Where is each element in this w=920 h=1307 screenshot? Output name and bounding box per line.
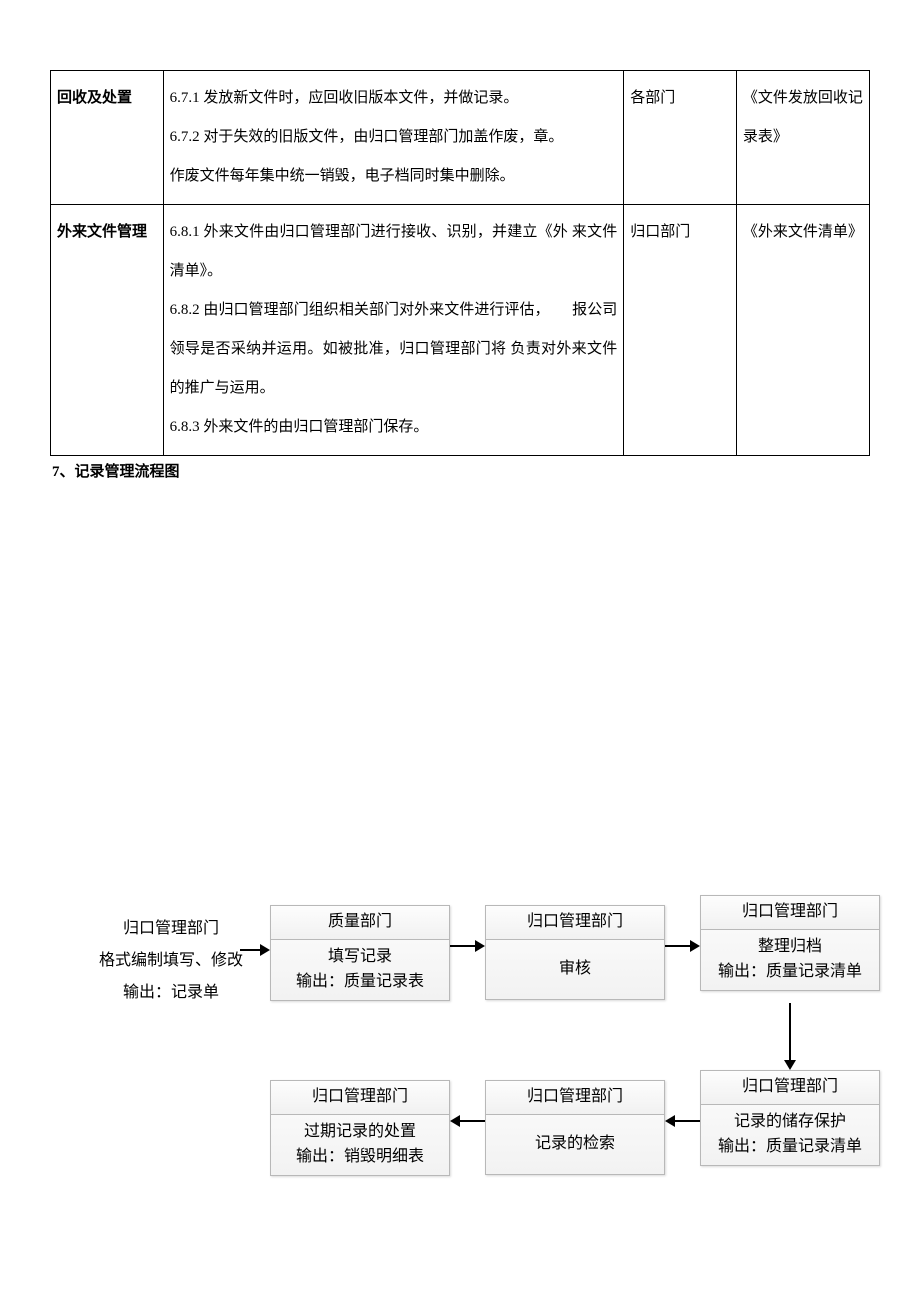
arrow-head-icon <box>784 1060 796 1070</box>
process-table: 回收及处置 6.7.1 发放新文件时，应回收旧版本文件，并做记录。6.7.2 对… <box>50 70 870 456</box>
cell-label: 回收及处置 <box>51 71 164 205</box>
arrow-head-icon <box>260 944 270 956</box>
table-row: 外来文件管理 6.8.1 外来文件由归口管理部门进行接收、识别，并建立《外 来文… <box>51 205 870 456</box>
arrow-line <box>240 949 260 951</box>
arrow-line <box>450 945 475 947</box>
cell-desc: 6.8.1 外来文件由归口管理部门进行接收、识别，并建立《外 来文件清单》。6.… <box>163 205 624 456</box>
node-body: 记录的储存保护输出：质量记录清单 <box>701 1105 879 1166</box>
node-body: 审核 <box>486 940 664 999</box>
arrow-line <box>789 1003 791 1061</box>
cell-form: 《外来文件清单》 <box>736 205 869 456</box>
cell-dept: 各部门 <box>624 71 737 205</box>
table-row: 回收及处置 6.7.1 发放新文件时，应回收旧版本文件，并做记录。6.7.2 对… <box>51 71 870 205</box>
node-head: 归口管理部门 <box>486 1081 664 1115</box>
arrow-head-icon <box>665 1115 675 1127</box>
arrow-head-icon <box>475 940 485 952</box>
intro-line: 格式编制填写、修改 <box>82 945 260 977</box>
intro-line: 归口管理部门 <box>82 913 260 945</box>
arrow-line <box>460 1120 485 1122</box>
cell-form: 《文件发放回收记录表》 <box>736 71 869 205</box>
intro-line: 输出：记录单 <box>82 977 260 1009</box>
node-body: 整理归档输出：质量记录清单 <box>701 930 879 991</box>
flow-node-storage: 归口管理部门 记录的储存保护输出：质量记录清单 <box>700 1070 880 1166</box>
flow-intro: 归口管理部门 格式编制填写、修改 输出：记录单 <box>82 913 260 1009</box>
node-head: 归口管理部门 <box>701 896 879 930</box>
flow-node-retrieve: 归口管理部门 记录的检索 <box>485 1080 665 1175</box>
node-body: 填写记录输出：质量记录表 <box>271 940 449 1001</box>
cell-label: 外来文件管理 <box>51 205 164 456</box>
node-head: 归口管理部门 <box>701 1071 879 1105</box>
cell-desc: 6.7.1 发放新文件时，应回收旧版本文件，并做记录。6.7.2 对于失效的旧版… <box>163 71 624 205</box>
node-body: 过期记录的处置输出：销毁明细表 <box>271 1115 449 1176</box>
node-body: 记录的检索 <box>486 1115 664 1174</box>
flow-node-archive: 归口管理部门 整理归档输出：质量记录清单 <box>700 895 880 991</box>
flow-node-dispose: 归口管理部门 过期记录的处置输出：销毁明细表 <box>270 1080 450 1176</box>
arrow-line <box>665 945 690 947</box>
node-head: 归口管理部门 <box>486 906 664 940</box>
arrow-line <box>675 1120 700 1122</box>
section-title: 7、记录管理流程图 <box>50 460 870 481</box>
node-head: 归口管理部门 <box>271 1081 449 1115</box>
node-head: 质量部门 <box>271 906 449 940</box>
flow-node-fill-record: 质量部门 填写记录输出：质量记录表 <box>270 905 450 1001</box>
flowchart: 归口管理部门 格式编制填写、修改 输出：记录单 质量部门 填写记录输出：质量记录… <box>60 895 880 1215</box>
arrow-head-icon <box>450 1115 460 1127</box>
cell-dept: 归口部门 <box>624 205 737 456</box>
arrow-head-icon <box>690 940 700 952</box>
flow-node-review: 归口管理部门 审核 <box>485 905 665 1000</box>
